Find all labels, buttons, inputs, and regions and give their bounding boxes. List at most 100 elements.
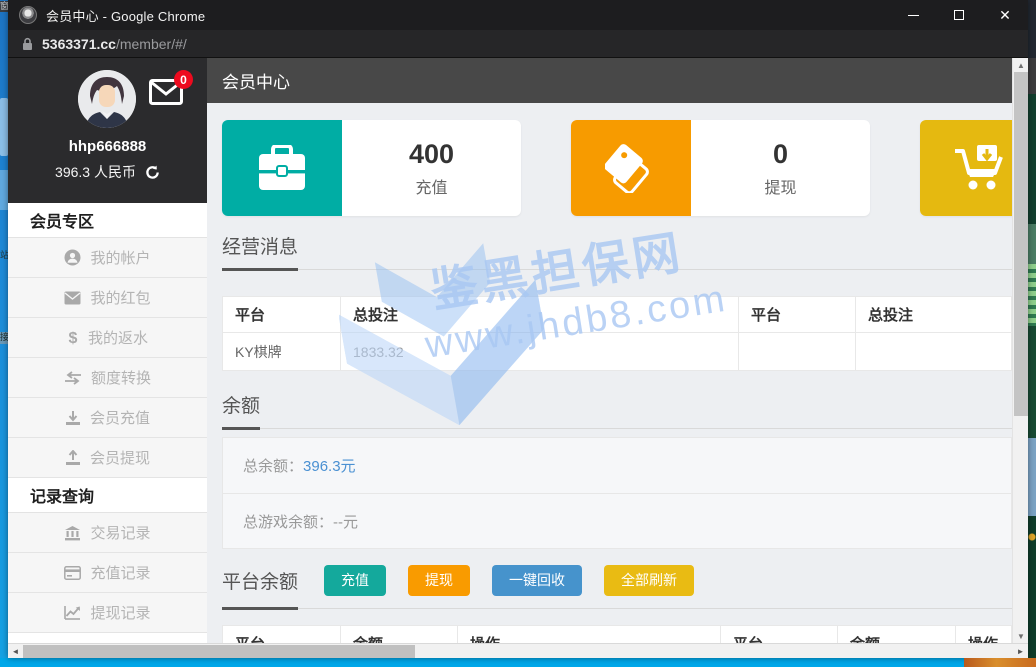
game-balance-row: 总游戏余额： --元 bbox=[223, 493, 1011, 548]
stat-cards: 400 充值 bbox=[222, 120, 1012, 216]
scroll-down-arrow[interactable]: ▼ bbox=[1013, 629, 1028, 643]
recharge-button[interactable]: 充值 bbox=[324, 565, 386, 596]
background-fragment bbox=[1028, 264, 1036, 326]
deposit-label: 充值 bbox=[415, 174, 447, 198]
download-icon bbox=[65, 410, 81, 426]
mail-badge: 0 bbox=[174, 70, 193, 89]
withdraw-card-icon-box bbox=[571, 120, 691, 216]
sidebar-item-label: 额度转换 bbox=[91, 367, 151, 388]
platform-balance-header: 平台余额 充值 提现 一键回收 全部刷新 bbox=[222, 565, 1012, 609]
sidebar-item-transaction-records[interactable]: 交易记录 bbox=[8, 513, 207, 553]
scroll-right-arrow[interactable]: ► bbox=[1013, 644, 1028, 659]
column-header: 平台 bbox=[223, 297, 341, 333]
envelope-icon bbox=[64, 291, 81, 305]
total-bet-cell bbox=[856, 333, 1012, 371]
close-button[interactable]: ✕ bbox=[982, 0, 1028, 30]
sidebar-item-withdraw-records[interactable]: 提现记录 bbox=[8, 593, 207, 633]
refresh-all-button[interactable]: 全部刷新 bbox=[604, 565, 694, 596]
dollar-icon: $ bbox=[67, 329, 79, 346]
column-header: 操作 bbox=[956, 626, 1012, 644]
site-favicon-icon bbox=[19, 6, 37, 24]
desktop-screen: 窗 站 接 会员中心 - Google Chrome ✕ bbox=[0, 0, 1036, 667]
svg-text:$: $ bbox=[69, 330, 78, 346]
upload-icon bbox=[65, 450, 81, 466]
background-fragment bbox=[1028, 326, 1036, 438]
sidebar-item-label: 会员提现 bbox=[90, 447, 150, 468]
sidebar-item-member-withdraw[interactable]: 会员提现 bbox=[8, 438, 207, 478]
background-fragment: 站 bbox=[0, 250, 8, 262]
vertical-scrollbar-thumb[interactable] bbox=[1014, 72, 1028, 416]
business-table: 平台 总投注 平台 总投注 KY棋牌 1833.32 bbox=[222, 296, 1012, 371]
sidebar-item-my-rebate[interactable]: $ 我的返水 bbox=[8, 318, 207, 358]
briefcase-icon bbox=[257, 145, 307, 191]
scroll-up-arrow[interactable]: ▲ bbox=[1013, 58, 1028, 72]
sidebar-item-my-account[interactable]: 我的帐户 bbox=[8, 238, 207, 278]
game-balance-value: --元 bbox=[333, 511, 358, 532]
background-fragment-corner bbox=[964, 658, 1036, 667]
sidebar-item-my-redpacket[interactable]: 我的红包 bbox=[8, 278, 207, 318]
game-balance-label: 总游戏余额： bbox=[243, 511, 333, 532]
vertical-scrollbar[interactable]: ▲ ▼ bbox=[1012, 58, 1028, 643]
avatar[interactable] bbox=[78, 70, 136, 128]
mail-button[interactable]: 0 bbox=[149, 79, 183, 105]
profile-panel: 0 hhp666888 396.3 人民币 bbox=[8, 58, 207, 203]
sidebar-item-label: 交易记录 bbox=[90, 522, 150, 543]
one-key-recover-button[interactable]: 一键回收 bbox=[492, 565, 582, 596]
background-fragment bbox=[1028, 58, 1036, 94]
background-fragment bbox=[1028, 516, 1036, 558]
cart-icon bbox=[953, 143, 1007, 193]
sidebar-item-deposit-records[interactable]: 充值记录 bbox=[8, 553, 207, 593]
sidebar-item-label: 我的返水 bbox=[88, 327, 148, 348]
table-row: KY棋牌 1833.32 bbox=[223, 333, 1012, 371]
browser-window: 会员中心 - Google Chrome ✕ 5363371.cc/member… bbox=[8, 0, 1028, 658]
total-balance-row: 总余额： 396.3元 bbox=[223, 438, 1011, 493]
background-fragment: 接 bbox=[0, 332, 8, 344]
section-title-business: 经营消息 bbox=[222, 232, 1012, 270]
user-icon bbox=[64, 249, 81, 266]
column-header: 余额 bbox=[838, 626, 956, 644]
platform-cell bbox=[739, 333, 856, 371]
horizontal-scrollbar-thumb[interactable] bbox=[23, 645, 415, 658]
column-header: 操作 bbox=[458, 626, 721, 644]
sidebar-item-quota-transfer[interactable]: 额度转换 bbox=[8, 358, 207, 398]
scroll-left-arrow[interactable]: ◄ bbox=[8, 644, 23, 659]
column-header: 平台 bbox=[721, 626, 838, 644]
card-icon bbox=[64, 566, 81, 580]
minimize-button[interactable] bbox=[890, 0, 936, 30]
bank-icon bbox=[64, 525, 81, 541]
sidebar-item-label: 我的红包 bbox=[90, 287, 150, 308]
column-header: 总投注 bbox=[341, 297, 739, 333]
platform-balance-table: 平台 余额 操作 平台 余额 操作 bbox=[222, 625, 1012, 643]
swap-icon bbox=[64, 371, 82, 385]
column-header: 平台 bbox=[739, 297, 856, 333]
stat-card-cart bbox=[920, 120, 1012, 216]
background-fragment bbox=[1028, 0, 1036, 58]
stat-card-deposit: 400 充值 bbox=[222, 120, 521, 216]
tags-icon bbox=[605, 143, 657, 193]
minimize-icon bbox=[908, 15, 919, 16]
withdraw-label: 提现 bbox=[764, 174, 796, 198]
stat-card-withdraw: 0 提现 bbox=[571, 120, 870, 216]
platform-cell: KY棋牌 bbox=[223, 333, 341, 371]
column-header: 总投注 bbox=[856, 297, 1012, 333]
sidebar-item-label: 充值记录 bbox=[90, 562, 150, 583]
page-title: 会员中心 bbox=[207, 58, 1012, 103]
total-balance-label: 总余额： bbox=[243, 455, 303, 476]
sidebar-item-member-deposit[interactable]: 会员充值 bbox=[8, 398, 207, 438]
background-fragment bbox=[1028, 438, 1036, 516]
menu-header-member-zone: 会员专区 bbox=[8, 203, 207, 238]
url-host: 5363371.cc bbox=[42, 36, 116, 52]
balance-box: 总余额： 396.3元 总游戏余额： --元 bbox=[222, 437, 1012, 549]
horizontal-scrollbar[interactable]: ◄ ► bbox=[8, 643, 1028, 658]
address-bar[interactable]: 5363371.cc/member/#/ bbox=[8, 30, 1028, 58]
main-panel: 会员中心 bbox=[207, 58, 1012, 643]
wallet-balance: 396.3 人民币 bbox=[55, 162, 136, 182]
background-window-right bbox=[1028, 0, 1036, 667]
total-bet-cell: 1833.32 bbox=[341, 333, 739, 371]
withdraw-button[interactable]: 提现 bbox=[408, 565, 470, 596]
maximize-button[interactable] bbox=[936, 0, 982, 30]
refresh-icon[interactable] bbox=[145, 165, 160, 180]
sidebar-item-label: 我的帐户 bbox=[90, 247, 150, 268]
sidebar-item-label: 提现记录 bbox=[90, 602, 150, 623]
maximize-icon bbox=[954, 10, 964, 20]
